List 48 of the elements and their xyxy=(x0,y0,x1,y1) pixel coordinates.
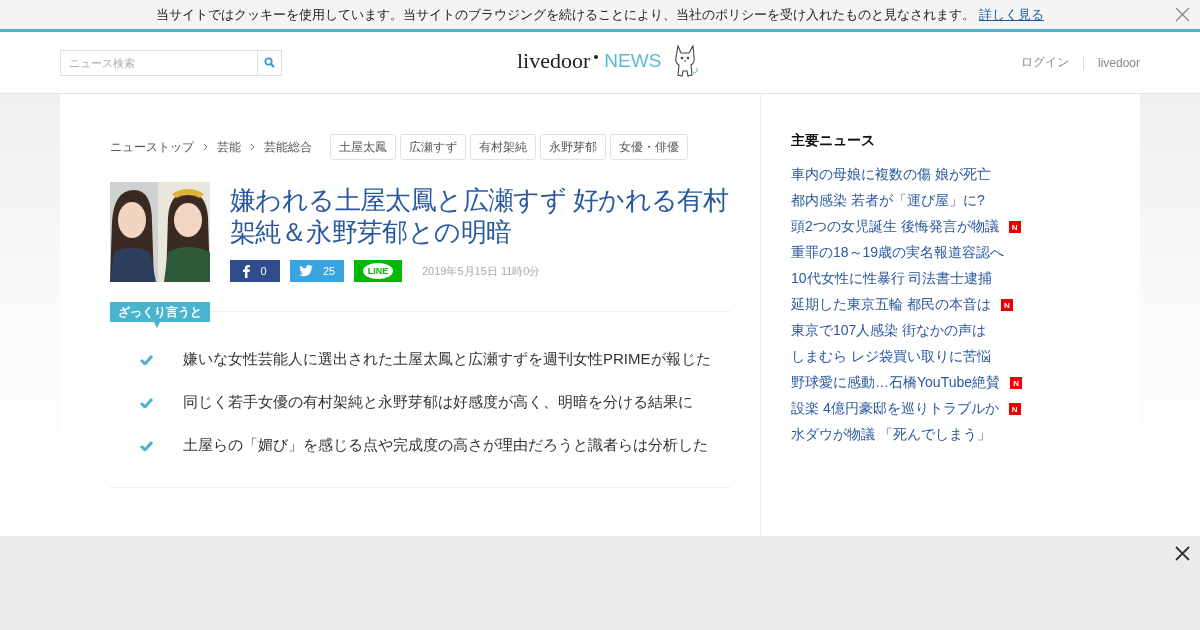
tag-chip[interactable]: 土屋太鳳 xyxy=(330,134,396,160)
breadcrumb-link[interactable]: ニューストップ xyxy=(110,138,194,156)
nav-link[interactable]: ログイン xyxy=(1006,54,1083,71)
search-icon xyxy=(264,57,275,68)
news-link[interactable]: 水ダウが物議 「死んでしまう」 xyxy=(791,426,991,444)
close-icon[interactable] xyxy=(1175,546,1190,561)
breadcrumb-link[interactable]: 芸能総合 xyxy=(264,138,312,156)
nav-link[interactable]: livedoor xyxy=(1082,55,1140,70)
check-icon xyxy=(140,397,153,408)
tag-chip[interactable]: 女優・俳優 xyxy=(610,134,688,160)
facebook-icon xyxy=(243,264,251,278)
new-badge: N xyxy=(1010,377,1022,389)
summary-point: 土屋らの「媚び」を感じる点や完成度の高さが理由だろうと識者らは分析した xyxy=(183,436,708,455)
check-icon xyxy=(140,354,153,365)
chevron-icon xyxy=(203,143,208,151)
news-link[interactable]: 頭2つの女児誕生 後悔発言が物議 xyxy=(791,218,999,236)
details-link[interactable]: 詳しく見る xyxy=(979,5,1044,24)
new-badge: N xyxy=(1008,403,1021,415)
cookie-message: 当サイトではクッキーを使用しています。当サイトのブラウジングを続けることにより、当社のポリシーを受け入れたものと見なされます。 xyxy=(156,5,975,24)
news-link[interactable]: 延期した東京五輪 都民の本音は xyxy=(791,296,991,314)
summary-point: 同じく若手女優の有村架純と永野芽郁は好感度が高く、明暗を分ける結果に xyxy=(183,393,693,412)
news-link[interactable]: 重罪の18～19歳の実名報道容認へ xyxy=(791,244,1005,262)
breadcrumb-link[interactable]: 芸能 xyxy=(217,138,241,156)
check-icon xyxy=(140,440,153,451)
search-button[interactable] xyxy=(258,49,282,76)
new-badge: N xyxy=(1000,299,1013,311)
sidebar-title: 主要ニュース xyxy=(791,132,876,150)
tag-chip[interactable]: 広瀬すず xyxy=(400,134,466,160)
site-logo-text[interactable]: livedoor xyxy=(517,48,591,74)
facebook-share-button[interactable]: 0 xyxy=(230,260,280,282)
bird-icon xyxy=(298,265,313,277)
news-link[interactable]: 設楽 4億円豪邸を巡りトラブルか xyxy=(791,400,999,418)
news-link[interactable]: 都内感染 若者が「運び屋」に? xyxy=(791,192,985,210)
logo-dot-icon xyxy=(594,55,599,59)
news-link[interactable]: しまむら レジ袋買い取りに苦悩 xyxy=(791,348,991,366)
publish-date: 2019年5月15日 11時0分 xyxy=(422,263,541,279)
news-search-field[interactable]: ニュース検索 xyxy=(60,49,258,76)
tag-chip[interactable]: 有村架純 xyxy=(470,134,536,160)
tag-chip[interactable]: 永野芽郁 xyxy=(540,134,606,160)
new-badge: N xyxy=(1008,221,1021,233)
article-title: 嫌われる土屋太鳳と広瀬すず 好かれる有村架純＆永野芽郁との明暗 xyxy=(230,184,730,248)
summary-point: 嫌いな女性芸能人に選出された土屋太鳳と広瀬すずを週刊女性PRIMEが報じた xyxy=(183,350,711,369)
summary-label: ざっくり言うと xyxy=(110,302,210,322)
news-link[interactable]: 東京で107人感染 街なかの声は xyxy=(791,322,987,340)
news-link[interactable]: 10代女性に性暴行 司法書士逮捕 xyxy=(791,270,993,288)
news-link[interactable]: 野球愛に感動…石橋YouTube絶賛 xyxy=(791,374,1000,392)
chevron-icon xyxy=(250,143,255,151)
news-link[interactable]: 車内の母娘に複数の傷 娘が死亡 xyxy=(791,166,991,184)
